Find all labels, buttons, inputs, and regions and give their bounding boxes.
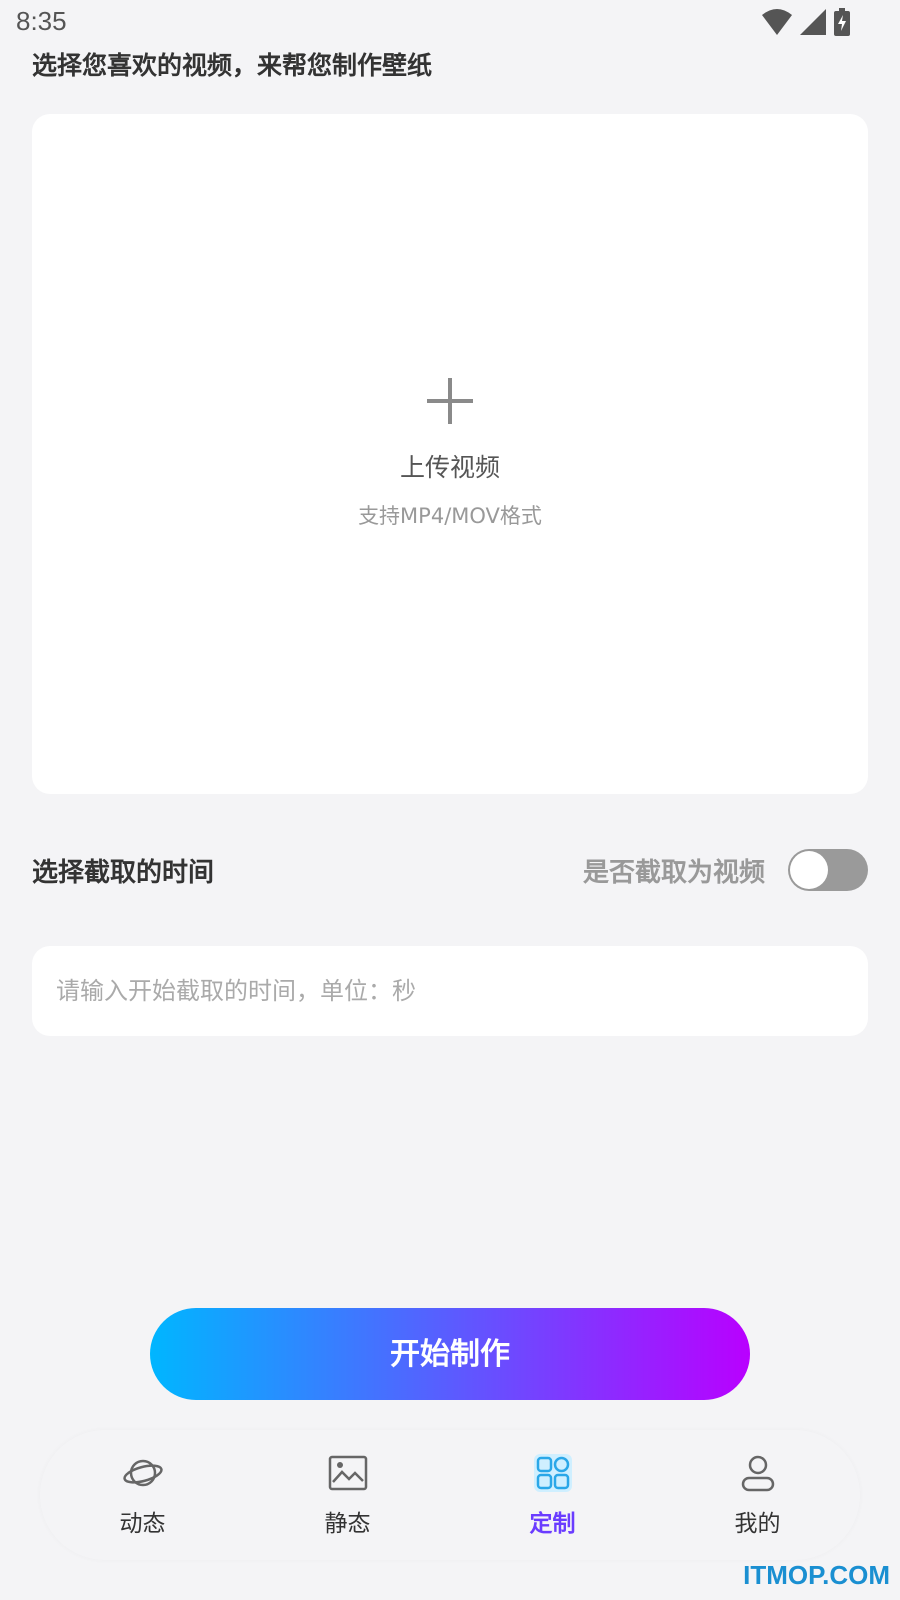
video-toggle[interactable]	[788, 849, 868, 891]
plus-icon	[427, 378, 473, 424]
upload-video-card[interactable]: 上传视频 支持MP4/MOV格式	[32, 114, 868, 794]
nav-item-static[interactable]: 静态	[245, 1430, 450, 1560]
status-time: 8:35	[16, 6, 67, 36]
nav-item-dynamic[interactable]: 动态	[40, 1430, 245, 1560]
image-icon	[327, 1452, 369, 1494]
planet-icon	[122, 1452, 164, 1494]
cellular-signal-icon	[800, 9, 826, 35]
nav-label: 动态	[119, 1511, 166, 1537]
nav-label: 定制	[529, 1511, 576, 1537]
status-bar: 8:35	[0, 0, 900, 48]
start-making-button[interactable]: 开始制作	[150, 1308, 750, 1400]
battery-icon	[834, 8, 850, 36]
start-time-input[interactable]	[32, 946, 868, 1036]
status-icons	[762, 8, 850, 36]
nav-label: 静态	[324, 1511, 371, 1537]
user-icon	[737, 1452, 779, 1494]
bottom-nav: 动态 静态 定制 我的	[40, 1430, 860, 1560]
video-toggle-label: 是否截取为视频	[582, 858, 765, 888]
page-title: 选择您喜欢的视频，来帮您制作壁纸	[32, 51, 433, 80]
time-section-title: 选择截取的时间	[32, 858, 215, 888]
nav-label: 我的	[734, 1511, 781, 1537]
upload-format-hint: 支持MP4/MOV格式	[358, 504, 542, 528]
grid-icon	[532, 1452, 574, 1494]
toggle-knob	[790, 851, 828, 889]
upload-label: 上传视频	[399, 453, 500, 482]
nav-item-custom[interactable]: 定制	[450, 1430, 655, 1560]
watermark: ITMOP.COM	[743, 1560, 890, 1590]
wifi-icon	[762, 9, 792, 35]
nav-item-mine[interactable]: 我的	[655, 1430, 860, 1560]
